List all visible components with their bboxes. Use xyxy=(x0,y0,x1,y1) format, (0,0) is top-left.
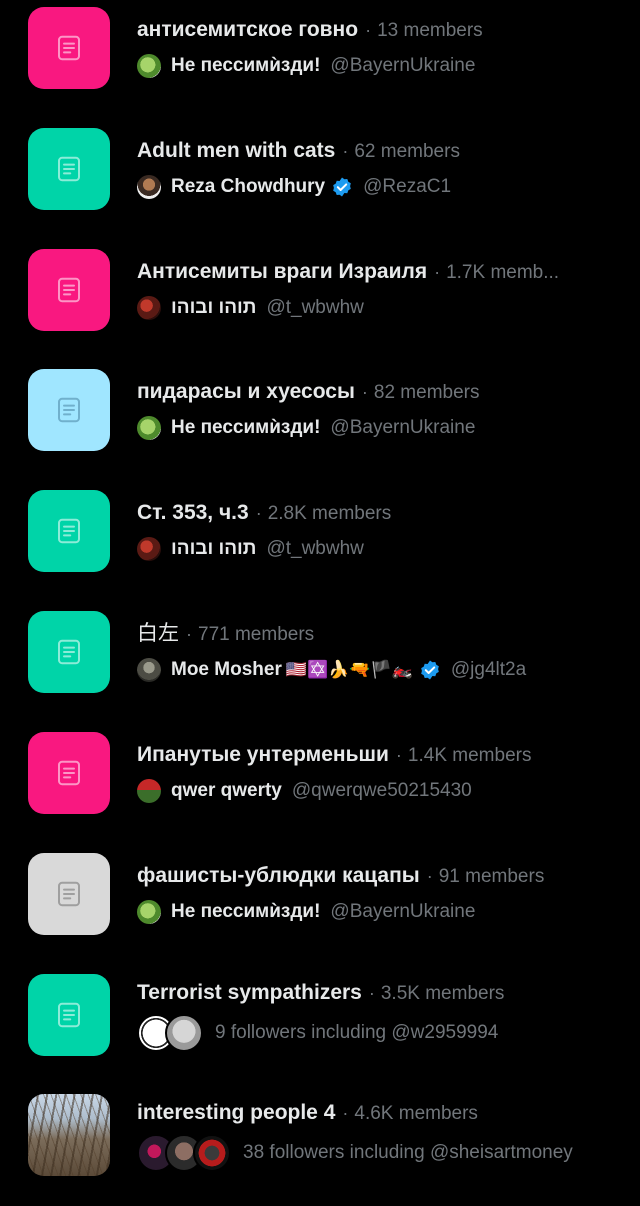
separator: · xyxy=(365,20,372,40)
separator: · xyxy=(361,382,368,402)
list-icon xyxy=(58,760,80,786)
person-avatar xyxy=(137,175,161,199)
list-icon xyxy=(58,881,80,907)
list-title: Ипанутые унтерменьши xyxy=(137,743,389,766)
list-thumbnail xyxy=(28,611,110,693)
separator: · xyxy=(255,503,262,523)
list-title: interesting people 4 xyxy=(137,1101,336,1124)
member-count: 82 members xyxy=(373,382,480,403)
list-thumbnail xyxy=(28,490,110,572)
list-item[interactable]: Terrorist sympathizers · 3.5K members 9 … xyxy=(0,974,640,1086)
verified-badge-icon xyxy=(421,660,439,680)
owner-name: qwer qwerty xyxy=(171,780,282,801)
owner-handle: @BayernUkraine xyxy=(330,901,476,922)
list-item[interactable]: Антисемиты враги Израиля · 1.7K memb... … xyxy=(0,249,640,361)
dark-avatar-3 xyxy=(193,1135,231,1171)
red-dark-avatar xyxy=(137,537,161,561)
list-title: Ст. 353, ч.3 xyxy=(137,501,249,524)
list-icon xyxy=(58,277,80,303)
owner-handle: @jg4lt2a xyxy=(450,659,527,680)
grey-person-avatar xyxy=(137,658,161,682)
list-item[interactable]: Adult men with cats · 62 members Reza Ch… xyxy=(0,128,640,240)
list-title: Антисемиты враги Израиля xyxy=(137,260,428,283)
owner-handle: @t_wbwhw xyxy=(266,297,364,318)
member-count: 62 members xyxy=(354,141,460,162)
owner-handle: @qwerqwe50215430 xyxy=(291,780,472,801)
list-icon xyxy=(58,397,80,423)
list-item[interactable]: антисемитское говно · 13 members Не песс… xyxy=(0,7,640,119)
list-item[interactable]: interesting people 4 · 4.6K members 38 f… xyxy=(0,1094,640,1206)
red-tank-avatar xyxy=(137,779,161,803)
list-thumbnail xyxy=(28,732,110,814)
list-title: фашисты-ублюдки кацапы xyxy=(137,864,420,887)
list-thumbnail xyxy=(28,974,110,1056)
member-count: 13 members xyxy=(377,20,483,41)
list-thumbnail xyxy=(28,853,110,935)
member-count: 4.6K members xyxy=(354,1103,478,1124)
list-item[interactable]: 白左 · 771 members Moe Mosher 🇺🇸✡️🍌🔫🏴🏍️ @j… xyxy=(0,611,640,723)
member-count: 771 members xyxy=(198,624,315,645)
separator: · xyxy=(342,1103,349,1123)
owner-name: Не пессимѝзди! xyxy=(171,55,321,76)
red-dark-avatar xyxy=(137,296,161,320)
owner-handle: @BayernUkraine xyxy=(330,417,476,438)
member-count: 91 members xyxy=(438,866,545,887)
list-icon xyxy=(58,518,80,544)
separator: · xyxy=(395,745,402,765)
member-count: 2.8K members xyxy=(267,503,392,524)
verified-badge-icon xyxy=(333,177,351,197)
list-title: антисемитское говно xyxy=(137,18,359,41)
owner-handle: @BayernUkraine xyxy=(330,55,476,76)
list-icon xyxy=(58,639,80,665)
grey-avatar xyxy=(165,1015,203,1051)
list-title: 白左 xyxy=(137,622,179,645)
list-item[interactable]: фашисты-ублюдки кацапы · 91 members Не п… xyxy=(0,853,640,965)
follower-avatars xyxy=(137,1135,231,1171)
separator: · xyxy=(186,624,192,644)
separator: · xyxy=(434,262,441,282)
followers-summary: 38 followers including @sheisartmoney xyxy=(243,1142,573,1163)
owner-name: תוהו ובוהו xyxy=(171,297,257,318)
member-count: 1.7K memb... xyxy=(446,262,560,283)
green-frog-avatar xyxy=(137,54,161,78)
green-frog-avatar xyxy=(137,416,161,440)
list-item[interactable]: Ипанутые унтерменьши · 1.4K members qwer… xyxy=(0,732,640,844)
list-title: Adult men with cats xyxy=(137,139,336,162)
owner-name: Не пессимѝзди! xyxy=(171,417,321,438)
list-title: Terrorist sympathizers xyxy=(137,981,362,1004)
owner-handle: @t_wbwhw xyxy=(266,538,364,559)
follower-avatars xyxy=(137,1015,203,1051)
separator: · xyxy=(426,866,433,886)
list-item[interactable]: пидарасы и хуесосы · 82 members Не песси… xyxy=(0,369,640,481)
list-thumbnail xyxy=(28,369,110,451)
owner-handle: @RezaC1 xyxy=(363,176,452,197)
member-count: 1.4K members xyxy=(407,745,532,766)
owner-name: תוהו ובוהו xyxy=(171,538,257,559)
separator: · xyxy=(368,983,375,1003)
list-icon xyxy=(58,35,80,61)
list-title: пидарасы и хуесосы xyxy=(137,380,355,403)
forest-photo xyxy=(28,1094,110,1176)
list-thumbnail xyxy=(28,128,110,210)
owner-name: Moe Mosher xyxy=(171,659,282,680)
followers-summary: 9 followers including @w2959994 xyxy=(215,1022,499,1043)
name-emojis: 🇺🇸✡️🍌🔫🏴🏍️ xyxy=(285,660,413,679)
list-thumbnail xyxy=(28,249,110,331)
list-thumbnail xyxy=(28,7,110,89)
list-item[interactable]: Ст. 353, ч.3 · 2.8K members תוהו ובוהו @… xyxy=(0,490,640,602)
separator: · xyxy=(342,141,349,161)
owner-name: Reza Chowdhury xyxy=(171,176,326,197)
owner-name: Не пессимѝзди! xyxy=(171,901,321,922)
list-icon xyxy=(58,1002,80,1028)
lists-feed: антисемитское говно · 13 members Не песс… xyxy=(0,0,640,1200)
green-frog-avatar xyxy=(137,900,161,924)
list-icon xyxy=(58,156,80,182)
member-count: 3.5K members xyxy=(380,983,505,1004)
